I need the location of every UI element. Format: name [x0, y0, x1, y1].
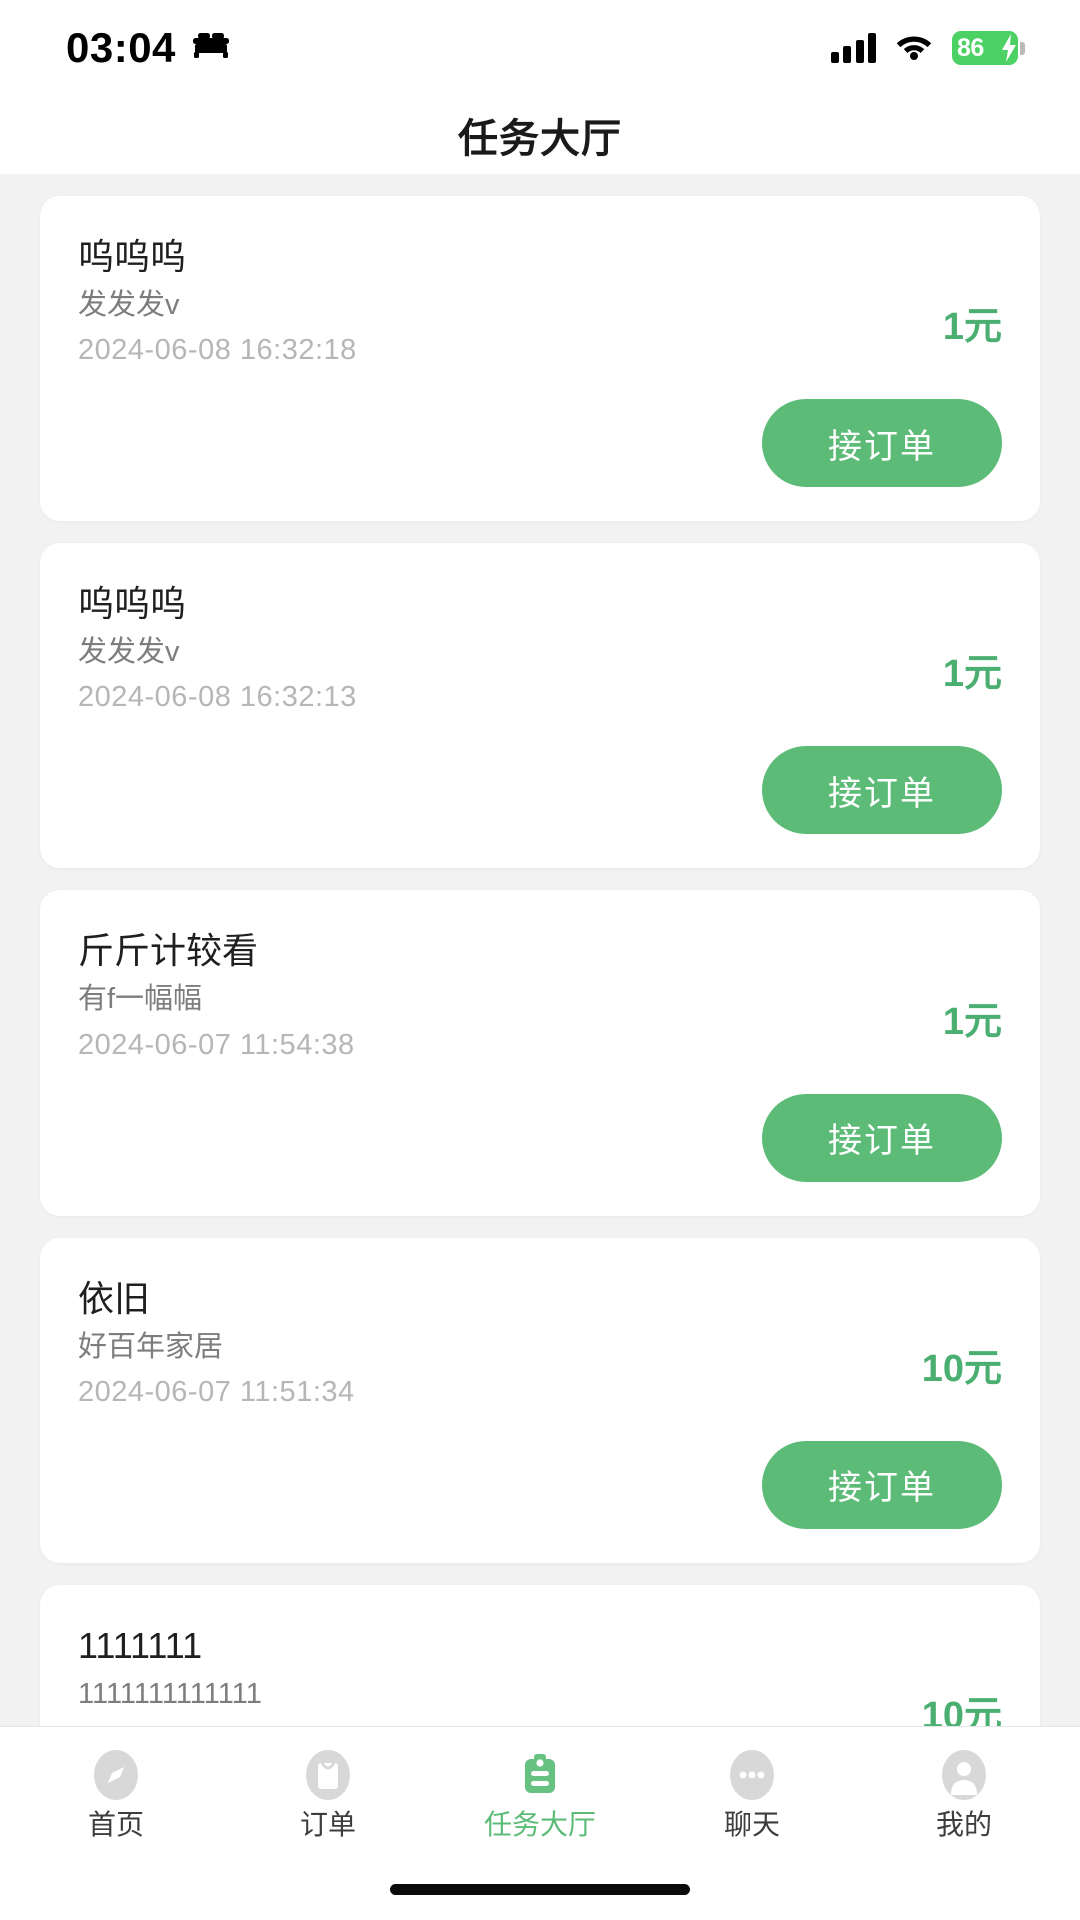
tab-bar: 首页 订单 任务大厅 聊天 我的 [0, 1726, 1080, 1858]
task-subtitle: 1111111111111 [78, 1677, 262, 1710]
tab-orders-label: 订单 [299, 1808, 356, 1840]
task-card[interactable]: 呜呜呜 发发发v 2024-06-08 16:32:18 1元 接订单 [40, 196, 1040, 522]
task-card-header: 1111111 1111111111111 2024-06-06 14:14:1… [78, 1623, 1002, 1726]
task-title: 依旧 [78, 1277, 151, 1319]
accept-order-button[interactable]: 接订单 [762, 1440, 1002, 1529]
tab-home[interactable]: 首页 [31, 1747, 201, 1839]
accept-order-button[interactable]: 接订单 [762, 1093, 1002, 1182]
bed-icon [192, 32, 230, 64]
task-card-header: 斤斤计较看 有f一幅幅 2024-06-07 11:54:38 1元 [78, 928, 1002, 1063]
task-subtitle: 发发发v [78, 636, 180, 669]
task-time: 2024-06-08 16:32:18 [78, 334, 357, 367]
accept-order-button[interactable]: 接订单 [762, 746, 1002, 835]
task-price: 1元 [942, 653, 1002, 696]
tab-chat[interactable]: 聊天 [667, 1747, 837, 1839]
task-action-row: 接订单 [78, 746, 1002, 835]
battery-charging-icon: 86 [952, 31, 1025, 67]
task-price: 10元 [921, 1694, 1002, 1726]
task-info: 呜呜呜 发发发v 2024-06-08 16:32:13 [78, 581, 357, 716]
chat-dots-icon [724, 1747, 780, 1803]
task-card[interactable]: 呜呜呜 发发发v 2024-06-08 16:32:13 1元 接订单 [40, 543, 1040, 869]
task-title: 呜呜呜 [78, 583, 187, 625]
status-bar: 03:04 86 [0, 0, 1080, 96]
task-subtitle: 有f一幅幅 [78, 983, 203, 1016]
task-action-row: 接订单 [78, 399, 1002, 488]
page-title: 任务大厅 [458, 117, 622, 161]
task-list[interactable]: 呜呜呜 发发发v 2024-06-08 16:32:18 1元 接订单 呜呜呜 … [0, 174, 1080, 1726]
tab-home-label: 首页 [87, 1808, 144, 1840]
task-time: 2024-06-08 16:32:13 [78, 681, 357, 714]
task-action-row: 接订单 [78, 1440, 1002, 1529]
app-screen: 03:04 86 任务大厅 呜呜呜 发发发v 2024-06-08 16:32:… [0, 0, 1080, 1920]
tab-task-hall[interactable]: 任务大厅 [455, 1747, 625, 1839]
task-subtitle: 好百年家居 [78, 1330, 224, 1363]
charging-bolt-icon [1001, 34, 1017, 67]
task-action-row: 接订单 [78, 1093, 1002, 1182]
task-info: 呜呜呜 发发发v 2024-06-08 16:32:18 [78, 234, 357, 369]
battery-level: 86 [957, 33, 984, 62]
signal-bars-icon [830, 33, 876, 63]
tab-task-hall-label: 任务大厅 [483, 1808, 596, 1840]
task-title: 1111111 [78, 1624, 203, 1666]
home-indicator-area [0, 1858, 1080, 1920]
task-info: 1111111 1111111111111 2024-06-06 14:14:1… [78, 1623, 357, 1726]
task-title: 斤斤计较看 [78, 930, 259, 972]
status-bar-right: 86 [830, 31, 1025, 67]
tab-orders[interactable]: 订单 [243, 1747, 413, 1839]
task-price: 10元 [921, 1347, 1002, 1390]
task-subtitle: 发发发v [78, 289, 180, 321]
task-card-header: 依旧 好百年家居 2024-06-07 11:51:34 10元 [78, 1276, 1002, 1411]
tab-profile[interactable]: 我的 [879, 1747, 1049, 1839]
status-bar-left: 03:04 [66, 27, 230, 69]
task-time: 2024-06-07 11:51:34 [78, 1375, 355, 1408]
clipboard-icon [512, 1747, 568, 1803]
task-title: 呜呜呜 [78, 236, 187, 277]
accept-order-button[interactable]: 接订单 [762, 399, 1002, 488]
wifi-icon [895, 31, 933, 65]
bag-icon [300, 1747, 356, 1803]
task-card[interactable]: 斤斤计较看 有f一幅幅 2024-06-07 11:54:38 1元 接订单 [40, 890, 1040, 1216]
compass-icon [88, 1747, 144, 1803]
nav-bar: 任务大厅 [0, 96, 1080, 174]
home-indicator[interactable] [390, 1883, 690, 1895]
task-time: 2024-06-06 14:14:18 [78, 1721, 357, 1726]
tab-chat-label: 聊天 [723, 1808, 780, 1840]
task-info: 斤斤计较看 有f一幅幅 2024-06-07 11:54:38 [78, 928, 355, 1063]
task-price: 1元 [942, 1000, 1002, 1043]
task-card[interactable]: 依旧 好百年家居 2024-06-07 11:51:34 10元 接订单 [40, 1237, 1040, 1563]
tab-profile-label: 我的 [935, 1808, 992, 1840]
task-price: 1元 [942, 306, 1002, 349]
task-time: 2024-06-07 11:54:38 [78, 1028, 355, 1061]
person-icon [936, 1747, 992, 1803]
status-time: 03:04 [66, 24, 176, 71]
task-card-header: 呜呜呜 发发发v 2024-06-08 16:32:18 1元 [78, 234, 1002, 369]
task-info: 依旧 好百年家居 2024-06-07 11:51:34 [78, 1276, 355, 1411]
task-card-header: 呜呜呜 发发发v 2024-06-08 16:32:13 1元 [78, 581, 1002, 716]
task-card[interactable]: 1111111 1111111111111 2024-06-06 14:14:1… [40, 1584, 1040, 1726]
